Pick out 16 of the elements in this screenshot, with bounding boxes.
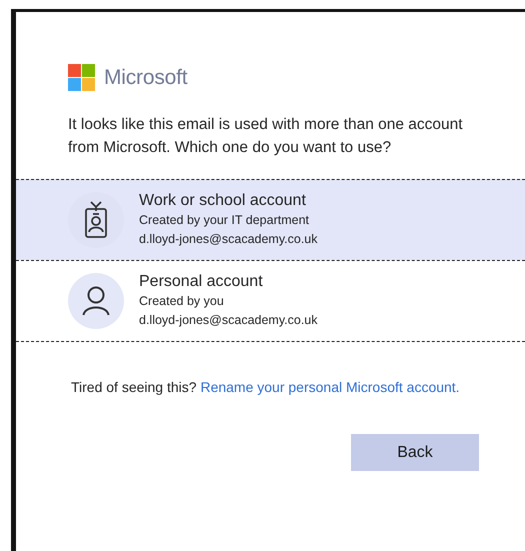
account-option[interactable]: Work or school account Created by your IT department d.lloyd-jones@scacademy.co.uk — [16, 179, 525, 260]
account-option[interactable]: Personal account Created by you d.lloyd-jones@scacademy.co.uk — [16, 260, 525, 342]
account-title: Work or school account — [139, 191, 307, 211]
back-button[interactable]: Back — [351, 434, 479, 471]
footer-text: Tired of seeing this? Rename your personal Microsoft account. — [71, 378, 461, 397]
account-subtitle: Created by you — [139, 293, 225, 310]
prompt-text: It looks like this email is used with more than one account from Microsoft. Which one do you want to use? — [68, 115, 464, 158]
account-email: d.lloyd-jones@scacademy.co.uk — [139, 231, 318, 248]
person-icon — [82, 286, 110, 316]
account-subtitle: Created by your IT department — [139, 212, 310, 229]
account-email: d.lloyd-jones@scacademy.co.uk — [139, 312, 318, 329]
account-title: Personal account — [139, 272, 264, 292]
badge-icon — [84, 200, 108, 238]
logo-icon — [68, 64, 95, 91]
rename-link[interactable]: Rename your personal Microsoft account. — [200, 379, 460, 395]
brand-name: Microsoft — [104, 66, 188, 90]
